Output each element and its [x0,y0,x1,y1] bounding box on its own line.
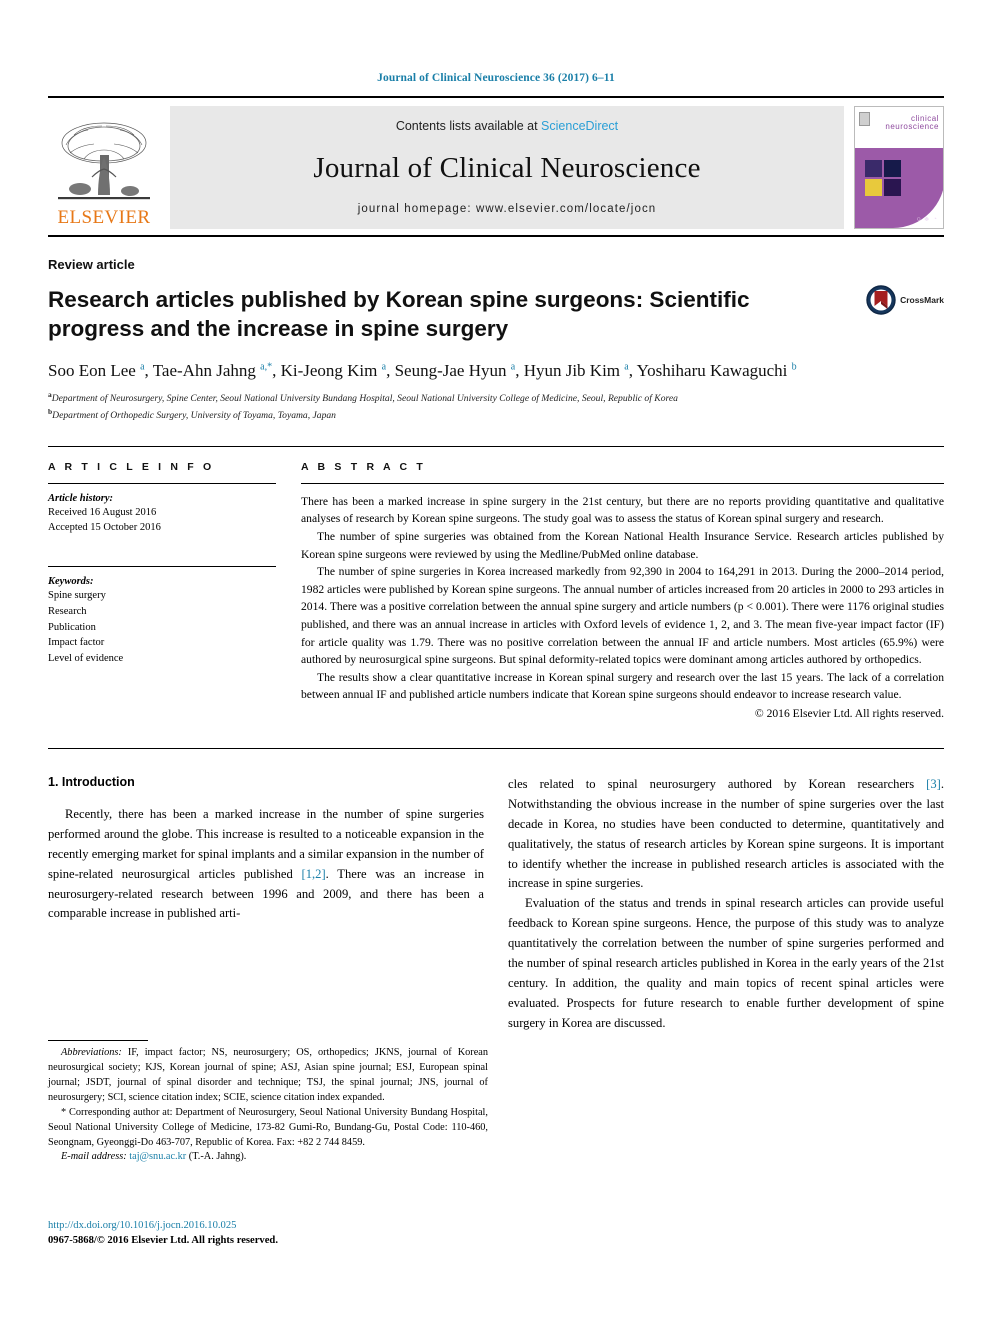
affiliation-b: bDepartment of Orthopedic Surgery, Unive… [48,406,944,424]
abstract-paragraph: The number of spine surgeries in Korea i… [301,565,944,667]
running-head: Journal of Clinical Neuroscience 36 (201… [377,72,615,84]
body-columns: 1. Introduction Recently, there has been… [48,775,944,1034]
footnote-text: Abbreviations: IF, impact factor; NS, ne… [48,1046,488,1165]
cover-title-text: clinical neuroscience [885,114,939,132]
abstract-paragraph: There has been a marked increase in spin… [301,494,944,526]
email-note: E-mail address: taj@snu.ac.kr (T.-A. Jah… [48,1150,488,1165]
abstract-copyright: © 2016 Elsevier Ltd. All rights reserved… [754,707,944,720]
intro-paragraph-right-2: Evaluation of the status and trends in s… [508,896,944,1030]
introduction-right-text: cles related to spinal neurosurgery auth… [508,775,944,1034]
crossmark-icon [866,285,896,315]
abbreviations-label: Abbreviations: [61,1047,122,1058]
corresponding-author-note: * Corresponding author at: Department of… [48,1106,488,1148]
keyword-item: Spine surgery [48,590,106,602]
article-info-rule [48,482,276,484]
email-label: E-mail address: [61,1151,127,1163]
abstract-paragraph: The results show a clear quantitative in… [301,670,944,702]
keyword-item: Impact factor [48,637,105,649]
footnote-block: Abbreviations: IF, impact factor; NS, ne… [48,1040,488,1165]
cover-title-line2: neuroscience [885,122,939,132]
affiliation-a-text: Department of Neurosurgery, Spine Center… [51,392,678,404]
abstract-rule [301,482,944,484]
article-accepted-date: Accepted 15 October 2016 [48,522,161,534]
footnote-rule [48,1040,148,1041]
abstract-paragraph: The number of spine surgeries was obtain… [301,529,944,561]
abstract-heading: A B S T R A C T [301,460,426,473]
journal-title: Journal of Clinical Neuroscience [313,151,701,184]
cover-image-grid [865,160,901,197]
keyword-item: Level of evidence [48,653,124,665]
article-info-column: A R T I C L E I N F O Article history: R… [48,461,276,720]
cover-corner-icon [859,112,870,126]
article-received-date: Received 16 August 2016 [48,506,157,518]
title-block: Review article Research articles publish… [48,257,944,344]
crossmark-badge[interactable]: CrossMark [866,285,944,315]
section-heading-introduction: 1. Introduction [48,775,135,789]
cover-top-area: clinical neuroscience [855,107,943,151]
info-abstract-row: A R T I C L E I N F O Article history: R… [48,445,944,720]
article-info-heading: A R T I C L E I N F O [48,460,215,473]
abstract-column: A B S T R A C T There has been a marked … [301,461,944,720]
citation-ref[interactable]: [3] [926,777,941,791]
affiliation-a: aDepartment of Neurosurgery, Spine Cente… [48,389,944,407]
abbreviations-note: Abbreviations: IF, impact factor; NS, ne… [48,1046,488,1106]
cover-footer-marks: ○ ♣ ◔ [916,215,938,223]
elsevier-wordmark: ELSEVIER [57,207,151,228]
article-history-label: Article history: [48,492,114,504]
cover-image-1 [865,160,882,178]
journal-masthead: ELSEVIER Contents lists available at Sci… [48,96,944,229]
elsevier-tree-icon [58,122,150,200]
cover-image-3 [865,179,882,197]
keyword-item: Research [48,605,87,617]
body-column-right: cles related to spinal neurosurgery auth… [508,775,944,1034]
author-list: Soo Eon Lee a, Tae-Ahn Jahng a,*, Ki-Jeo… [48,360,797,380]
body-column-left: 1. Introduction Recently, there has been… [48,775,484,1034]
masthead-bottom-rule [48,235,944,237]
keywords-rule [48,566,276,568]
paper-page: Journal of Clinical Neuroscience 36 (201… [0,0,992,1323]
keywords-label: Keywords: [48,576,94,588]
elsevier-logo: ELSEVIER [48,106,160,229]
doi-link[interactable]: http://dx.doi.org/10.1016/j.jocn.2016.10… [48,1218,278,1233]
abstract-bottom-rule [48,748,944,749]
cover-image-4 [884,179,901,197]
article-type-label: Review article [48,257,135,272]
intro-paragraph-left: Recently, there has been a marked increa… [48,807,484,921]
affiliation-b-text: Department of Orthopedic Surgery, Univer… [52,410,336,422]
keyword-item: Publication [48,621,96,633]
page-title: Research articles published by Korean sp… [48,287,750,341]
citation-ref[interactable]: [1,2] [302,867,326,881]
affiliation-list: aDepartment of Neurosurgery, Spine Cente… [48,389,944,424]
sciencedirect-link[interactable]: ScienceDirect [541,119,618,133]
contents-available-line: Contents lists available at ScienceDirec… [396,119,618,133]
journal-band: Contents lists available at ScienceDirec… [170,106,844,229]
journal-homepage-link[interactable]: journal homepage: www.elsevier.com/locat… [358,203,657,215]
intro-paragraph-right-1: cles related to spinal neurosurgery auth… [508,777,944,891]
journal-cover-thumbnail[interactable]: clinical neuroscience ○ ♣ ◔ [854,106,944,229]
contents-prefix: Contents lists available at [395,119,542,133]
email-link[interactable]: taj@snu.ac.kr [129,1151,186,1162]
issn-copyright-line: 0967-5868/© 2016 Elsevier Ltd. All right… [48,1235,278,1247]
email-suffix: (T.-A. Jahng). [188,1151,247,1163]
crossmark-label: CrossMark [900,295,944,305]
article-info-spacer [48,536,276,566]
cover-image-2 [884,160,901,178]
introduction-left-text: Recently, there has been a marked increa… [48,805,484,924]
abstract-body: There has been a marked increase in spin… [301,493,944,704]
doi-footer: http://dx.doi.org/10.1016/j.jocn.2016.10… [48,1218,278,1249]
